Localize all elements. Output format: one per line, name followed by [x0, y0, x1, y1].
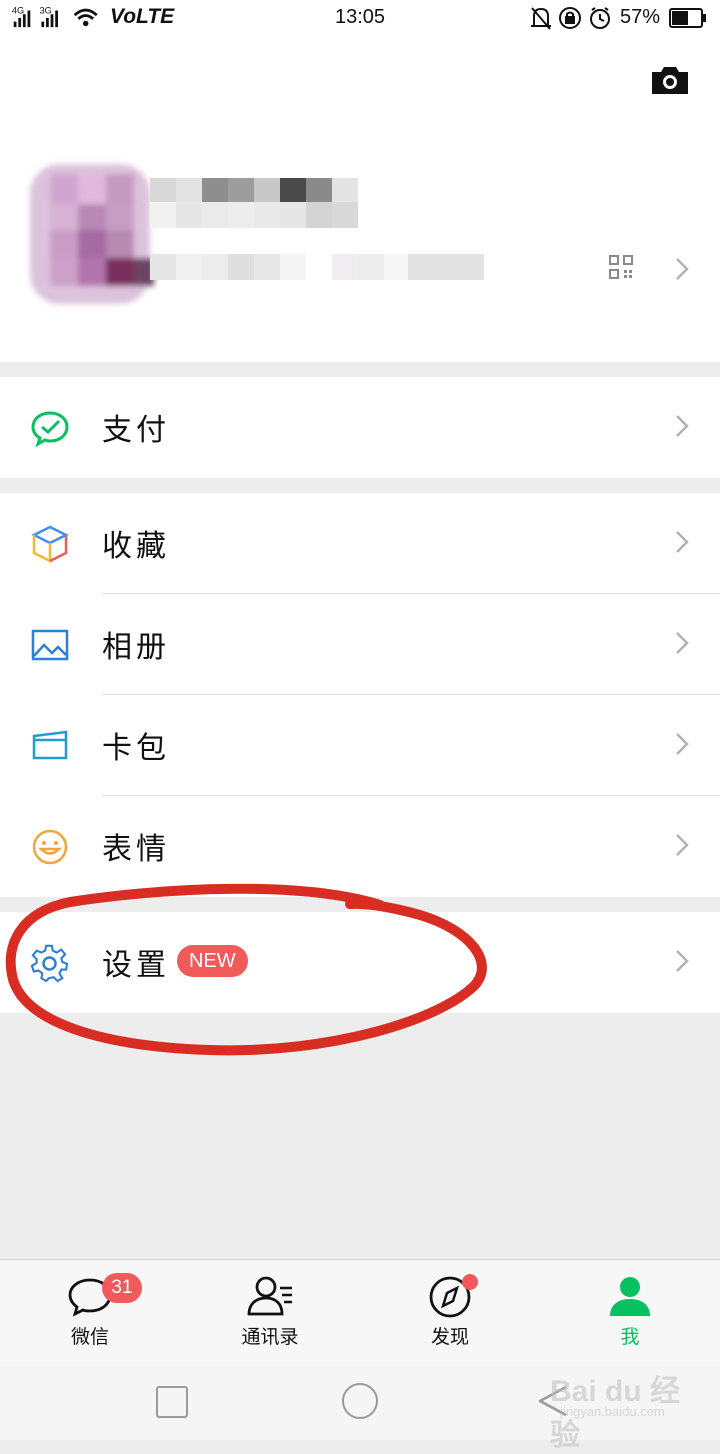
tab-discover[interactable]: 发现: [360, 1260, 540, 1361]
bottom-tab-bar: 31 微信 通讯录 发现 我: [0, 1259, 720, 1361]
menu-item-pay[interactable]: 支付: [0, 377, 720, 478]
menu-item-label: 卡包: [102, 731, 170, 766]
qr-code-icon[interactable]: [608, 254, 634, 280]
menu-item-label: 支付: [102, 413, 170, 448]
profile-id-blurred: [150, 254, 490, 286]
blurred-id-block: [150, 254, 484, 280]
watermark-logo: Bai du 经验 jingyan.baidu.com: [550, 1366, 700, 1452]
status-bar: 4G 3G VoLTE 13:05 57%: [0, 0, 720, 36]
tab-label: 通讯录: [241, 1326, 299, 1348]
battery-icon: [669, 8, 706, 28]
bell-muted-icon: [531, 7, 551, 30]
wechat-pay-icon: [31, 411, 69, 448]
battery-percent: 57%: [620, 6, 661, 28]
blurred-name-block: [150, 178, 358, 228]
menu-item-label: 设置: [102, 948, 170, 983]
chevron-right-icon[interactable]: [674, 256, 690, 282]
photo-icon: [31, 629, 69, 661]
menu-item-settings[interactable]: 设置 NEW: [0, 912, 720, 1013]
watermark-sub: jingyan.baidu.com: [560, 1404, 665, 1419]
chevron-right-icon: [676, 950, 689, 972]
recent-apps-button[interactable]: [156, 1386, 188, 1418]
rotation-lock-icon: [559, 7, 581, 29]
tab-label: 微信: [70, 1326, 109, 1348]
alarm-icon: [590, 7, 610, 29]
chevron-right-icon: [676, 632, 689, 654]
contacts-icon: [247, 1276, 292, 1316]
services-section: 收藏 相册 卡包 表情: [0, 493, 720, 897]
camera-icon[interactable]: [650, 64, 690, 96]
person-icon: [610, 1277, 650, 1316]
tab-label: 我: [620, 1326, 640, 1348]
card-wallet-icon: [32, 730, 68, 760]
menu-item-label: 相册: [102, 630, 170, 665]
tab-me[interactable]: 我: [540, 1260, 720, 1361]
menu-item-stickers[interactable]: 表情: [0, 796, 720, 897]
chevron-right-icon: [676, 415, 689, 437]
notification-dot: [462, 1274, 478, 1290]
new-badge: NEW: [177, 945, 248, 977]
menu-item-album[interactable]: 相册: [0, 594, 720, 695]
tab-chats[interactable]: 31 微信: [0, 1260, 180, 1361]
chevron-right-icon: [676, 834, 689, 856]
tab-contacts[interactable]: 通讯录: [180, 1260, 360, 1361]
menu-item-label: 收藏: [102, 529, 170, 564]
profile-name-blurred: [150, 176, 370, 236]
menu-item-favorites[interactable]: 收藏: [0, 493, 720, 594]
settings-section: 设置 NEW: [0, 912, 720, 1013]
unread-badge: 31: [102, 1273, 142, 1303]
home-button[interactable]: [342, 1383, 378, 1419]
menu-item-label: 表情: [102, 832, 170, 867]
gear-icon: [30, 944, 69, 983]
pay-section: 支付: [0, 377, 720, 478]
cube-icon: [31, 525, 69, 564]
chevron-right-icon: [676, 733, 689, 755]
smiley-icon: [32, 829, 68, 865]
menu-item-cards[interactable]: 卡包: [0, 695, 720, 796]
profile-header[interactable]: [0, 36, 720, 362]
chevron-right-icon: [676, 531, 689, 553]
tab-label: 发现: [430, 1326, 469, 1348]
